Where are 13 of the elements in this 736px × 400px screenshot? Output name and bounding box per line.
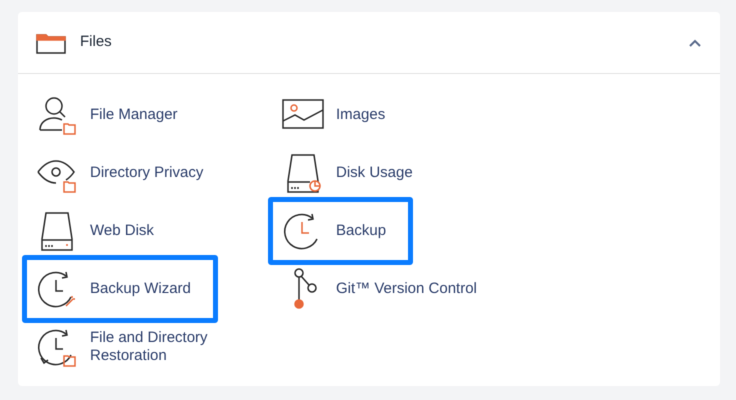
tool-link[interactable]: Disk Usage — [268, 152, 440, 194]
tool-link[interactable]: Git™ Version Control — [268, 268, 504, 310]
collapse-toggle[interactable] — [688, 38, 702, 48]
tool-link[interactable]: Backup Wizard — [22, 255, 218, 323]
tool-link[interactable]: Directory Privacy — [22, 152, 230, 194]
chevron-up-icon — [688, 38, 702, 48]
tool-link[interactable]: File and Directory Restoration — [22, 326, 257, 368]
tool-link[interactable]: Images — [268, 94, 412, 136]
tool-link[interactable]: File Manager — [22, 94, 205, 136]
tool-link[interactable]: Backup — [268, 197, 414, 265]
panel-title: Files — [80, 32, 112, 52]
tool-link[interactable]: Web Disk — [22, 210, 181, 252]
folder-icon — [36, 32, 66, 54]
